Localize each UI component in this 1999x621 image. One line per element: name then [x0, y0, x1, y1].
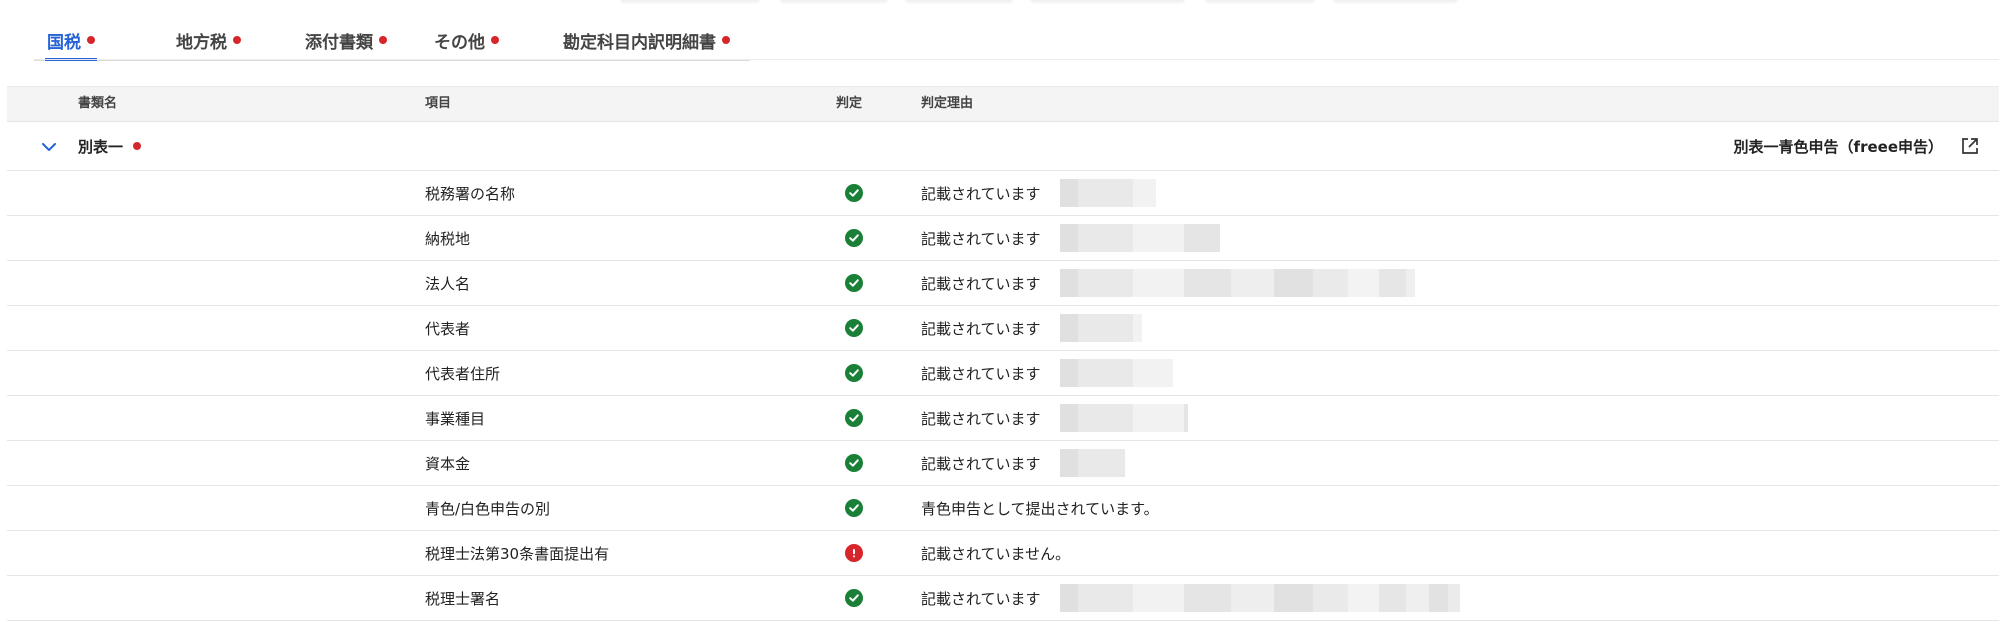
alert-dot-icon — [379, 36, 387, 44]
alert-dot-icon — [87, 36, 95, 44]
judgment-cell — [845, 396, 863, 440]
judgment-reason: 青色申告として提出されています。 — [921, 499, 1159, 518]
judgment-reason: 記載されていません。 — [921, 544, 1071, 563]
tab-label: その他 — [434, 32, 485, 53]
item-name: 法人名 — [425, 274, 471, 293]
judgment-reason: 記載されています — [921, 274, 1041, 293]
check-circle-icon — [845, 319, 863, 337]
table-row: 税理士署名 記載されています — [7, 576, 1999, 621]
judgment-cell — [845, 171, 863, 215]
check-circle-icon — [845, 229, 863, 247]
column-header-document: 書類名 — [78, 96, 118, 111]
item-name: 税理士署名 — [425, 589, 501, 608]
alert-dot-icon — [133, 142, 142, 150]
judgment-reason: 記載されています — [921, 184, 1041, 203]
table-row: 青色/白色申告の別 青色申告として提出されています。 — [7, 486, 1999, 531]
column-header-reason: 判定理由 — [921, 96, 974, 111]
judgment-reason: 記載されています — [921, 319, 1041, 338]
check-circle-icon — [845, 589, 863, 607]
table-row: 代表者住所 記載されています — [7, 351, 1999, 396]
document-name: 別表一 — [78, 122, 142, 170]
check-circle-icon — [845, 274, 863, 292]
tab-account-details[interactable]: 勘定科目内訳明細書 — [563, 20, 730, 60]
alert-dot-icon — [233, 36, 241, 44]
redacted-value — [1060, 404, 1188, 432]
check-results-table: 書類名 項目 判定 判定理由 別表一 別表一青色申告（freee申告） 税務署の… — [7, 86, 1999, 621]
top-toolbar-edge — [0, 0, 1999, 6]
alert-dot-icon — [491, 36, 499, 44]
table-row: 資本金 記載されています — [7, 441, 1999, 486]
group-row-beppyo1[interactable]: 別表一 別表一青色申告（freee申告） — [7, 122, 1999, 171]
judgment-cell — [845, 351, 863, 395]
redacted-value — [1060, 224, 1220, 252]
tab-local-tax[interactable]: 地方税 — [176, 20, 241, 60]
chevron-down-icon[interactable] — [39, 137, 59, 157]
judgment-cell — [845, 261, 863, 305]
tab-attachments[interactable]: 添付書類 — [305, 20, 387, 60]
column-header-judgment: 判定 — [836, 96, 863, 111]
alert-circle-icon — [845, 544, 863, 562]
external-link-icon[interactable] — [1961, 137, 1979, 155]
judgment-cell — [845, 531, 863, 575]
item-name: 税理士法第30条書面提出有 — [425, 544, 610, 563]
item-name: 税務署の名称 — [425, 184, 516, 203]
judgment-cell — [845, 216, 863, 260]
judgment-cell — [845, 441, 863, 485]
table-row: 税務署の名称 記載されています — [7, 171, 1999, 216]
column-header-item: 項目 — [425, 96, 452, 111]
tab-national-tax[interactable]: 国税 — [45, 20, 97, 61]
redacted-value — [1060, 359, 1173, 387]
document-link[interactable]: 別表一青色申告（freee申告） — [1734, 122, 1979, 170]
redacted-value — [1060, 314, 1142, 342]
redacted-value — [1060, 449, 1125, 477]
item-name: 青色/白色申告の別 — [425, 499, 551, 518]
item-name: 納税地 — [425, 229, 471, 248]
judgment-cell — [845, 576, 863, 620]
table-row: 納税地 記載されています — [7, 216, 1999, 261]
tab-label: 添付書類 — [305, 32, 373, 53]
tab-label: 地方税 — [176, 32, 227, 53]
item-name: 事業種目 — [425, 409, 486, 428]
redacted-value — [1060, 179, 1156, 207]
judgment-cell — [845, 486, 863, 530]
table-row: 税理士法第30条書面提出有 記載されていません。 — [7, 531, 1999, 576]
document-name-label: 別表一 — [78, 137, 124, 156]
alert-dot-icon — [722, 36, 730, 44]
judgment-cell — [845, 306, 863, 350]
redacted-value — [1060, 584, 1460, 612]
tab-label: 勘定科目内訳明細書 — [563, 32, 716, 53]
check-circle-icon — [845, 364, 863, 382]
judgment-reason: 記載されています — [921, 409, 1041, 428]
check-circle-icon — [845, 409, 863, 427]
judgment-reason: 記載されています — [921, 364, 1041, 383]
item-name: 代表者 — [425, 319, 471, 338]
table-row: 事業種目 記載されています — [7, 396, 1999, 441]
item-name: 資本金 — [425, 454, 471, 473]
check-circle-icon — [845, 454, 863, 472]
tab-other[interactable]: その他 — [434, 20, 499, 60]
redacted-value — [1060, 269, 1415, 297]
item-name: 代表者住所 — [425, 364, 501, 383]
judgment-reason: 記載されています — [921, 229, 1041, 248]
table-row: 法人名 記載されています — [7, 261, 1999, 306]
tab-bar: 国税 地方税 添付書類 その他 勘定科目内訳明細書 — [34, 20, 750, 61]
divider — [34, 59, 1999, 60]
check-circle-icon — [845, 184, 863, 202]
judgment-reason: 記載されています — [921, 454, 1041, 473]
table-row: 代表者 記載されています — [7, 306, 1999, 351]
judgment-reason: 記載されています — [921, 589, 1041, 608]
document-link-label: 別表一青色申告（freee申告） — [1733, 137, 1943, 156]
tab-label: 国税 — [47, 32, 81, 53]
table-header: 書類名 項目 判定 判定理由 — [7, 86, 1999, 122]
check-circle-icon — [845, 499, 863, 517]
